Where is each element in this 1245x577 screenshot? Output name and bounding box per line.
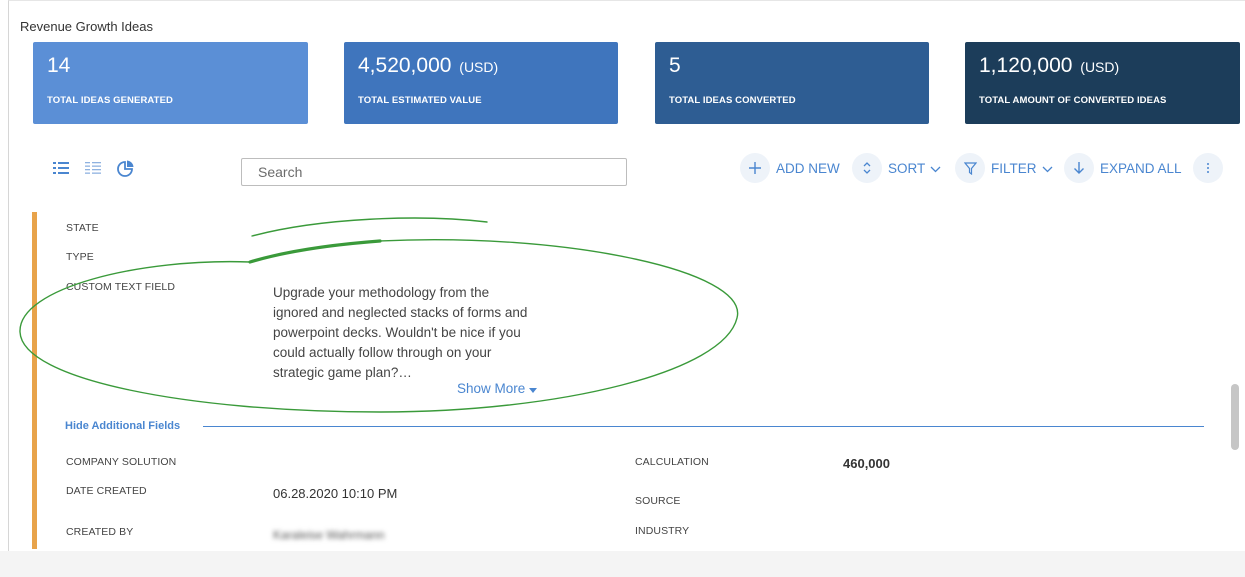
chevron-down-icon bbox=[930, 161, 941, 176]
kpi-card-estimated-value[interactable]: 4,520,000 (USD) TOTAL ESTIMATED VALUE bbox=[344, 42, 618, 124]
field-label-state: STATE bbox=[66, 222, 99, 234]
view-toggle-group bbox=[52, 159, 134, 177]
show-more-label: Show More bbox=[457, 381, 526, 396]
filter-label: FILTER bbox=[991, 160, 1037, 176]
field-label-type: TYPE bbox=[66, 251, 94, 263]
scrollbar-thumb[interactable] bbox=[1231, 384, 1239, 450]
section-divider bbox=[203, 426, 1204, 427]
chart-view-icon[interactable] bbox=[116, 159, 134, 177]
expand-all-button[interactable]: EXPAND ALL bbox=[1064, 152, 1182, 184]
show-more-link[interactable]: Show More bbox=[457, 381, 538, 396]
hide-additional-fields-link[interactable]: Hide Additional Fields bbox=[65, 420, 180, 432]
add-new-button[interactable]: ADD NEW bbox=[740, 152, 840, 184]
custom-text-value: Upgrade your methodology from the ignore… bbox=[273, 285, 528, 380]
field-label-date-created: DATE CREATED bbox=[66, 485, 147, 497]
field-label-calculation: CALCULATION bbox=[635, 456, 709, 468]
plus-icon bbox=[740, 153, 770, 183]
filter-button[interactable]: FILTER bbox=[955, 152, 1053, 184]
kpi-value: 1,120,000 bbox=[979, 54, 1073, 77]
footer-band bbox=[0, 551, 1245, 577]
field-label-created-by: CREATED BY bbox=[66, 526, 134, 538]
kpi-unit: (USD) bbox=[1080, 59, 1120, 75]
caret-down-icon bbox=[529, 388, 538, 393]
search-input[interactable] bbox=[241, 158, 627, 186]
sort-label: SORT bbox=[888, 160, 926, 176]
kpi-value: 14 bbox=[47, 54, 71, 77]
filter-icon bbox=[955, 153, 985, 183]
chevron-down-icon bbox=[1042, 161, 1053, 176]
kpi-value: 4,520,000 bbox=[358, 54, 452, 77]
more-options-button[interactable] bbox=[1193, 152, 1223, 184]
detail-list-view-icon[interactable] bbox=[84, 159, 102, 177]
record-accent-bar bbox=[32, 212, 37, 549]
field-value-date-created: 06.28.2020 10:10 PM bbox=[273, 486, 398, 501]
kpi-card-converted-amount[interactable]: 1,120,000 (USD) TOTAL AMOUNT OF CONVERTE… bbox=[965, 42, 1240, 124]
vertical-dots-icon bbox=[1193, 153, 1223, 183]
field-label-custom-text: CUSTOM TEXT FIELD bbox=[66, 281, 176, 293]
scrollbar-track[interactable] bbox=[1230, 212, 1239, 549]
field-value-created-by: Karaleise Wahrmann bbox=[273, 528, 385, 542]
kpi-unit: (USD) bbox=[459, 59, 499, 75]
kpi-card-total-ideas[interactable]: 14 TOTAL IDEAS GENERATED bbox=[33, 42, 308, 124]
add-new-label: ADD NEW bbox=[776, 160, 840, 176]
kpi-caption: TOTAL IDEAS CONVERTED bbox=[669, 95, 796, 106]
sort-icon bbox=[852, 153, 882, 183]
sort-button[interactable]: SORT bbox=[852, 152, 941, 184]
list-view-icon[interactable] bbox=[52, 159, 70, 177]
page-title: Revenue Growth Ideas bbox=[20, 19, 153, 34]
field-label-industry: INDUSTRY bbox=[635, 525, 690, 537]
kpi-value: 5 bbox=[669, 54, 681, 77]
kpi-caption: TOTAL AMOUNT OF CONVERTED IDEAS bbox=[979, 95, 1167, 106]
expand-all-label: EXPAND ALL bbox=[1100, 160, 1182, 176]
kpi-card-ideas-converted[interactable]: 5 TOTAL IDEAS CONVERTED bbox=[655, 42, 929, 124]
field-label-source: SOURCE bbox=[635, 495, 681, 507]
kpi-caption: TOTAL IDEAS GENERATED bbox=[47, 95, 173, 106]
kpi-caption: TOTAL ESTIMATED VALUE bbox=[358, 95, 482, 106]
arrow-down-icon bbox=[1064, 153, 1094, 183]
field-value-calculation: 460,000 bbox=[843, 456, 890, 471]
field-label-company-solution: COMPANY SOLUTION bbox=[66, 456, 177, 468]
